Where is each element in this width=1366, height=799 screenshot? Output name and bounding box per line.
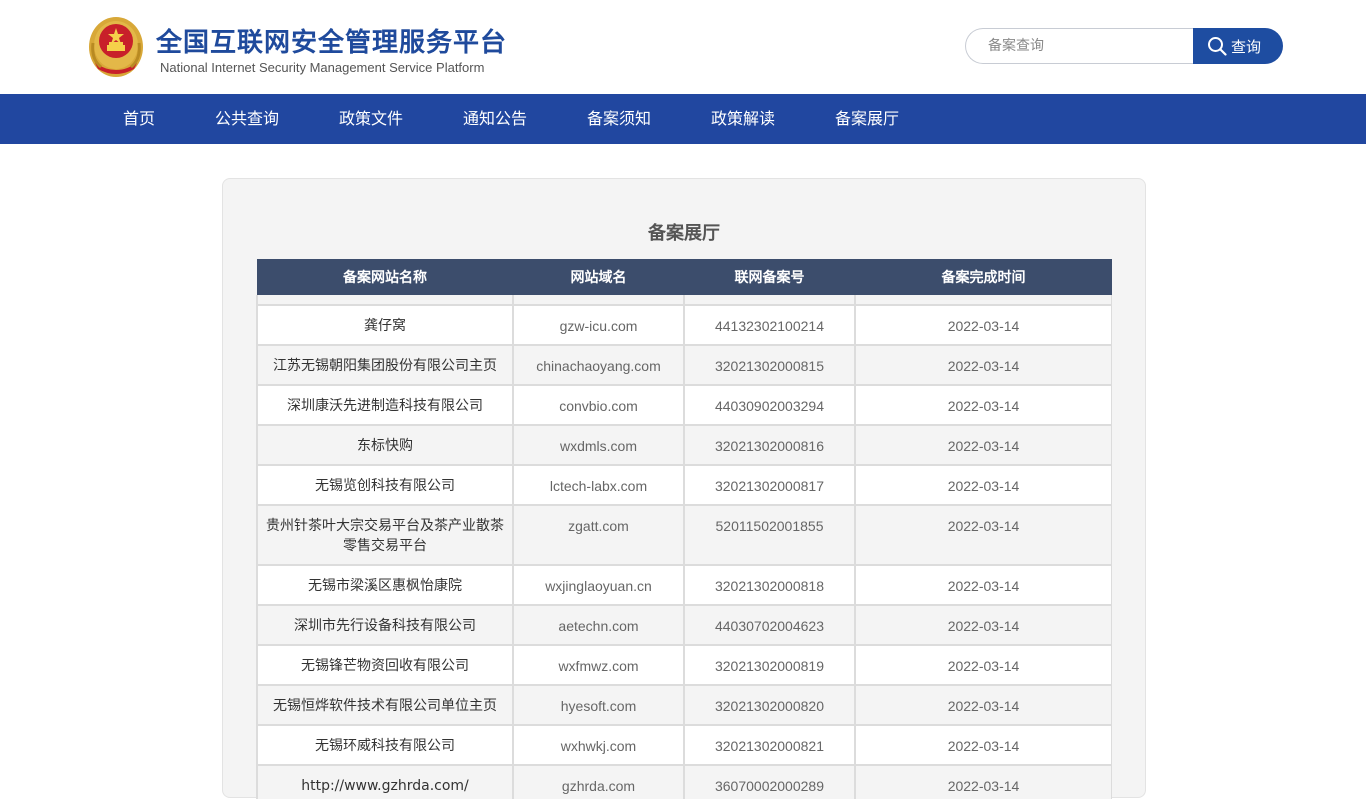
cell-site-name: 无锡市梁溪区惠枫怡康院	[256, 564, 514, 606]
panel-title: 备案展厅	[648, 223, 720, 244]
cell-filing-number: 32021302000821	[683, 724, 856, 766]
cell-site-name: 无锡锋芒物资回收有限公司	[256, 644, 514, 686]
cell-domain: gzw-icu.com	[512, 304, 685, 346]
cell-completion-date: 2022-03-14	[854, 564, 1112, 606]
cell-domain: convbio.com	[512, 384, 685, 426]
cell-completion-date: 2022-03-14	[854, 764, 1112, 799]
cell-completion-date: 2022-03-14	[854, 604, 1112, 646]
table-row[interactable]: 深圳康沃先进制造科技有限公司 convbio.com 44030902003294 2…	[256, 384, 1112, 426]
table-row[interactable]: 无锡恒烨软件技术有限公司单位主页 hyesoft.com 3202130200082…	[256, 684, 1112, 726]
cell-filing-number: 36070002000289	[683, 764, 856, 799]
cell-completion-date: 2022-03-14	[854, 464, 1112, 506]
cell-filing-number: 32021302000818	[683, 564, 856, 606]
table-row[interactable]: 无锡览创科技有限公司 lctech-labx.com 32021302000817 2…	[256, 464, 1112, 506]
site-subtitle: National Internet Security Management Se…	[160, 60, 485, 75]
table-row[interactable]: 东标快购 wxdmls.com 32021302000816 2022-03-14	[256, 424, 1112, 466]
table-row[interactable]: 无锡锋芒物资回收有限公司 wxfmwz.com 32021302000819 2022…	[256, 644, 1112, 686]
cell-completion-date: 2022-03-14	[854, 384, 1112, 426]
cell-filing-number: 32021302000819	[683, 644, 856, 686]
cell-site-name: http://www.gzhrda.com/	[256, 764, 514, 799]
cell-completion-date: 2022-03-14	[854, 644, 1112, 686]
cell-domain: wxdmls.com	[512, 424, 685, 466]
search-icon	[1207, 37, 1227, 56]
cell-completion-date: 2022-03-14	[854, 344, 1112, 386]
national-emblem-icon	[89, 17, 143, 77]
cell-domain: wxhwkj.com	[512, 724, 685, 766]
table-header-row: 备案网站名称 网站域名 联网备案号 备案完成时间	[257, 259, 1112, 295]
column-header-domain: 网站域名	[513, 259, 684, 295]
cell-completion-date: 2022-03-14	[854, 684, 1112, 726]
column-header-completion-date: 备案完成时间	[855, 259, 1112, 295]
table-row[interactable]: 无锡市梁溪区惠枫怡康院 wxjinglaoyuan.cn 3202130200081…	[256, 564, 1112, 606]
filing-table-scroll[interactable]: 备案网站名称 网站域名 联网备案号 备案完成时间 龚仔窝 gzw-icu.com 4…	[256, 259, 1112, 799]
search-button-label: 查询	[1230, 37, 1261, 56]
nav-item-home[interactable]: 首页	[123, 94, 155, 144]
cell-domain: gzhrda.com	[512, 764, 685, 799]
site-title: 全国互联网安全管理服务平台	[156, 28, 508, 58]
cell-site-name: 深圳市先行设备科技有限公司	[256, 604, 514, 646]
cell-filing-number: 32021302000817	[683, 464, 856, 506]
cell-site-name: 无锡恒烨软件技术有限公司单位主页	[256, 684, 514, 726]
cell-site-name: 东标快购	[256, 424, 514, 466]
cell-site-name: 贵州针茶叶大宗交易平台及茶产业散茶零售交易平台	[256, 504, 514, 566]
table-row[interactable]: 无锡环威科技有限公司 wxhwkj.com 32021302000821 2022-0…	[256, 724, 1112, 766]
cell-domain: zgatt.com	[512, 504, 685, 566]
cell-completion-date: 2022-03-14	[854, 504, 1112, 566]
column-header-site-name: 备案网站名称	[257, 259, 513, 295]
cell-site-name: 无锡览创科技有限公司	[256, 464, 514, 506]
cell-domain: aetechn.com	[512, 604, 685, 646]
nav-item-policy-interpretation[interactable]: 政策解读	[711, 94, 775, 144]
table-row[interactable]: 深圳市先行设备科技有限公司 aetechn.com 44030702004623 20…	[256, 604, 1112, 646]
nav-item-public-query[interactable]: 公共查询	[215, 94, 279, 144]
nav-item-filing-showcase[interactable]: 备案展厅	[835, 94, 899, 144]
nav-item-filing-guide[interactable]: 备案须知	[587, 94, 651, 144]
table-row[interactable]: 贵州针茶叶大宗交易平台及茶产业散茶零售交易平台 zgatt.com 52011502…	[256, 504, 1112, 566]
cell-filing-number: 32021302000816	[683, 424, 856, 466]
table-row[interactable]: 龚仔窝 gzw-icu.com 44132302100214 2022-03-14	[256, 304, 1112, 346]
cell-domain: chinachaoyang.com	[512, 344, 685, 386]
cell-completion-date: 2022-03-14	[854, 424, 1112, 466]
cell-site-name: 龚仔窝	[256, 304, 514, 346]
cell-filing-number: 44132302100214	[683, 304, 856, 346]
table-row-partial	[256, 295, 1112, 306]
nav-item-policy-documents[interactable]: 政策文件	[339, 94, 403, 144]
cell-site-name: 江苏无锡朝阳集团股份有限公司主页	[256, 344, 514, 386]
cell-completion-date: 2022-03-14	[854, 304, 1112, 346]
table-body: 龚仔窝 gzw-icu.com 44132302100214 2022-03-14 江苏…	[256, 295, 1112, 799]
filing-showcase-panel: 备案展厅 备案网站名称 网站域名 联网备案号 备案完成时间 龚仔窝 gzw-ic…	[222, 178, 1146, 799]
cell-completion-date: 2022-03-14	[854, 724, 1112, 766]
cell-domain: hyesoft.com	[512, 684, 685, 726]
cell-filing-number: 32021302000815	[683, 344, 856, 386]
column-header-filing-number: 联网备案号	[684, 259, 855, 295]
search-button[interactable]: 查询	[1193, 28, 1283, 64]
cell-filing-number: 52011502001855	[683, 504, 856, 566]
filing-table: 备案网站名称 网站域名 联网备案号 备案完成时间 龚仔窝 gzw-icu.com 4…	[256, 259, 1112, 799]
cell-filing-number: 44030702004623	[683, 604, 856, 646]
cell-filing-number: 32021302000820	[683, 684, 856, 726]
cell-site-name: 无锡环威科技有限公司	[256, 724, 514, 766]
main-nav: 首页 公共查询 政策文件 通知公告 备案须知 政策解读 备案展厅	[0, 94, 1366, 144]
cell-filing-number: 44030902003294	[683, 384, 856, 426]
cell-site-name: 深圳康沃先进制造科技有限公司	[256, 384, 514, 426]
site-header: 全国互联网安全管理服务平台 National Internet Security…	[0, 0, 1366, 94]
table-row[interactable]: 江苏无锡朝阳集团股份有限公司主页 chinachaoyang.com 3202130…	[256, 344, 1112, 386]
cell-domain: lctech-labx.com	[512, 464, 685, 506]
search-input[interactable]	[965, 28, 1205, 64]
cell-domain: wxfmwz.com	[512, 644, 685, 686]
nav-item-notices[interactable]: 通知公告	[463, 94, 527, 144]
cell-domain: wxjinglaoyuan.cn	[512, 564, 685, 606]
table-row[interactable]: http://www.gzhrda.com/gzhrda.com 36070002…	[256, 764, 1112, 799]
